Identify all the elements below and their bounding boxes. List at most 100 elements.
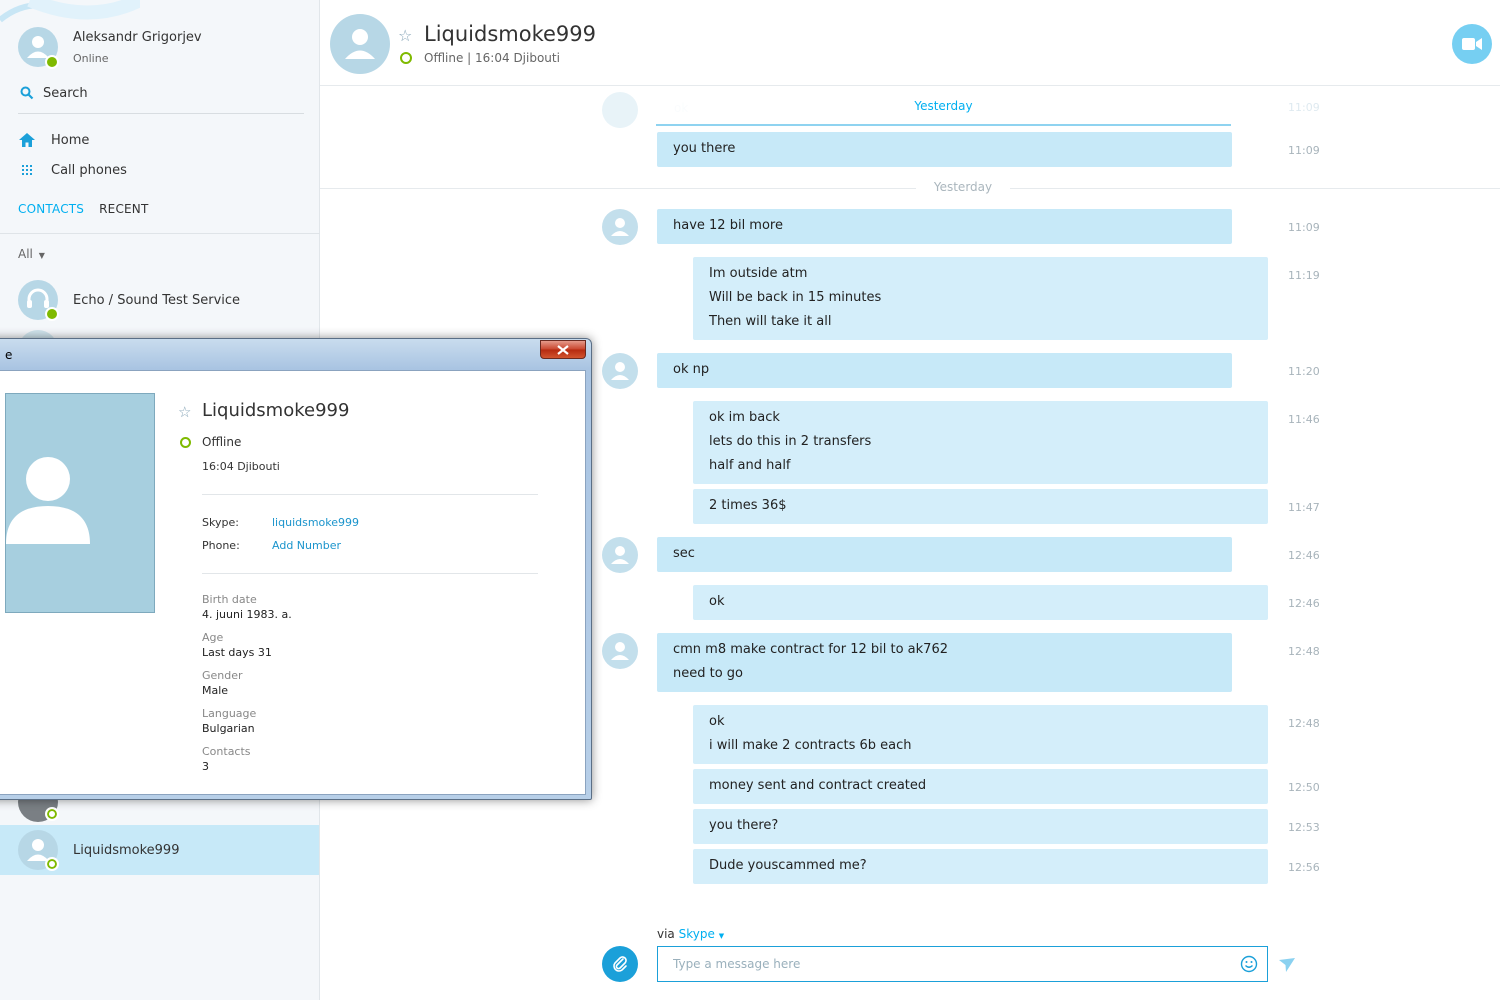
send-icon[interactable] (1278, 956, 1296, 974)
contact-avatar[interactable] (602, 633, 638, 669)
tab-contacts[interactable]: CONTACTS (18, 202, 84, 220)
message-time: 11:09 (1288, 221, 1320, 234)
section-divider (202, 573, 538, 574)
skype-label: Skype: (202, 516, 239, 529)
contact-name: Echo / Sound Test Service (73, 292, 241, 308)
favorite-star-icon[interactable]: ☆ (178, 403, 191, 421)
field-label: Contacts (202, 745, 251, 758)
message-time: 12:56 (1288, 861, 1320, 874)
profile-field: Birth date 4. juuni 1983. a. (202, 593, 292, 621)
contact-item-selected[interactable]: Liquidsmoke999 (0, 825, 319, 875)
message-bubble[interactable]: ok (693, 585, 1268, 620)
send-via-selector[interactable]: via Skype ▼ (657, 927, 724, 941)
field-value: Last days 31 (202, 646, 272, 659)
contact-avatar[interactable] (602, 537, 638, 573)
field-label: Gender (202, 669, 243, 682)
message-text: Then will take it all (709, 314, 832, 329)
profile-status: Offline (202, 435, 242, 449)
video-camera-icon (1462, 38, 1482, 50)
message-time: 11:09 (1288, 144, 1320, 157)
message-text: sec (673, 546, 695, 561)
message-bubble[interactable]: ok i will make 2 contracts 6b each (693, 705, 1268, 764)
message-text: 2 times 36$ (709, 498, 787, 513)
message-bubble[interactable]: have 12 bil more (657, 209, 1232, 244)
window-title: e (5, 348, 13, 362)
attach-button[interactable] (602, 946, 638, 982)
my-name[interactable]: Aleksandr Grigorjev (73, 30, 202, 45)
message-bubble[interactable]: Im outside atm Will be back in 15 minute… (693, 257, 1268, 340)
message-bubble[interactable]: ok np (657, 353, 1232, 388)
field-label: Language (202, 707, 257, 720)
contact-avatar (18, 280, 59, 321)
message-text: ok im back (709, 410, 780, 425)
message-bubble[interactable]: Dude youscammed me? (693, 849, 1268, 884)
contact-avatar[interactable] (602, 209, 638, 245)
skype-name-link[interactable]: liquidsmoke999 (272, 516, 359, 529)
my-status-text[interactable]: Online (73, 52, 108, 65)
field-label: Birth date (202, 593, 257, 606)
nav-home-label: Home (51, 132, 90, 148)
message-time: 12:46 (1288, 549, 1320, 562)
message-bubble[interactable]: sec (657, 537, 1232, 572)
message-bubble[interactable]: 2 times 36$ (693, 489, 1268, 524)
message-time: 12:50 (1288, 781, 1320, 794)
user-silhouette-icon (6, 457, 90, 544)
message-input[interactable] (657, 946, 1268, 982)
user-silhouette-icon (611, 218, 629, 236)
contact-filter-dropdown[interactable]: All ▼ (18, 247, 45, 261)
nav-call-phones[interactable]: Call phones (18, 159, 127, 181)
close-icon (557, 344, 569, 355)
message-text: ok np (673, 362, 710, 377)
tab-recent[interactable]: RECENT (99, 202, 148, 220)
message-bubble[interactable]: you there (657, 132, 1232, 167)
message-time: 12:48 (1288, 717, 1320, 730)
message-time: 12:53 (1288, 821, 1320, 834)
message-bubble[interactable]: cmn m8 make contract for 12 bil to ak762… (657, 633, 1232, 692)
nav-call-phones-label: Call phones (51, 162, 127, 178)
message-text: lets do this in 2 transfers (709, 434, 872, 449)
message-text: ok (709, 594, 725, 609)
section-divider (202, 494, 538, 495)
message-text: Im outside atm (709, 266, 808, 281)
user-silhouette-icon (345, 29, 375, 59)
chat-contact-avatar[interactable] (330, 14, 390, 74)
my-status-online-icon (45, 55, 59, 69)
search-icon (20, 86, 34, 100)
message-bubble[interactable]: you there? (693, 809, 1268, 844)
message-bubble[interactable]: ok im back lets do this in 2 transfers h… (693, 401, 1268, 484)
add-number-link[interactable]: Add Number (272, 539, 341, 552)
profile-field: Contacts 3 (202, 745, 251, 773)
offline-status-icon (45, 857, 59, 871)
user-silhouette-icon (611, 362, 629, 380)
message-time: 12:48 (1288, 645, 1320, 658)
chat-contact-status: Offline | 16:04 Djibouti (424, 51, 560, 65)
search-button[interactable]: Search (18, 84, 304, 114)
message-text: cmn m8 make contract for 12 bil to ak762 (673, 642, 948, 657)
message-text: money sent and contract created (709, 778, 927, 793)
message-time: 11:46 (1288, 413, 1320, 426)
date-separator-label: Yesterday (916, 180, 1010, 194)
chat-contact-name[interactable]: Liquidsmoke999 (424, 22, 596, 46)
contact-avatar[interactable] (602, 353, 638, 389)
contact-item[interactable]: Echo / Sound Test Service (0, 275, 319, 325)
window-close-button[interactable] (540, 340, 586, 359)
user-silhouette-icon (611, 642, 629, 660)
contact-avatar (18, 830, 59, 871)
profile-local-time: 16:04 Djibouti (202, 460, 280, 473)
field-value: Male (202, 684, 229, 697)
contact-avatar (602, 92, 638, 128)
chevron-down-icon: ▼ (38, 251, 45, 260)
dialpad-icon (18, 161, 36, 179)
profile-content: ☆ Liquidsmoke999 Offline 16:04 Djibouti … (0, 370, 586, 795)
message-text: half and half (709, 458, 791, 473)
message-time: 11:20 (1288, 365, 1320, 378)
message-text: you there? (709, 818, 779, 833)
video-call-button[interactable] (1452, 24, 1492, 64)
message-bubble[interactable]: money sent and contract created (693, 769, 1268, 804)
emoticon-icon[interactable] (1240, 955, 1258, 973)
search-label: Search (43, 86, 88, 101)
field-label: Age (202, 631, 224, 644)
nav-home[interactable]: Home (18, 129, 89, 151)
message-time: 12:46 (1288, 597, 1320, 610)
favorite-star-icon[interactable]: ☆ (398, 26, 412, 45)
